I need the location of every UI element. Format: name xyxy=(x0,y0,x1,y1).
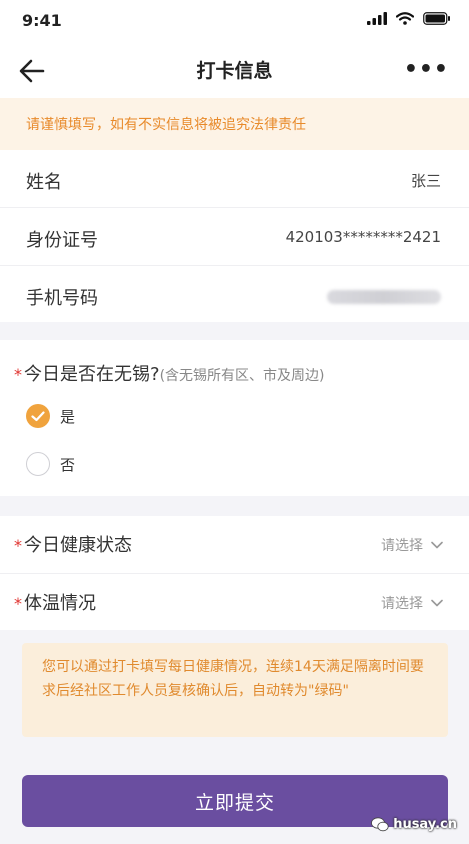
battery-icon xyxy=(423,12,450,25)
required-mark: * xyxy=(14,536,22,555)
temperature-select[interactable]: * 体温情况 请选择 xyxy=(0,574,469,631)
id-number-label: 身份证号 xyxy=(26,230,98,251)
warning-text: 请谨慎填写，如有不实信息将被追究法律责任 xyxy=(26,117,306,133)
health-select-card: * 今日健康状态 请选择 * 体温情况 请选择 xyxy=(0,516,469,630)
arrow-left-icon xyxy=(19,59,45,83)
question-note: (含无锡所有区、市及周边) xyxy=(159,368,325,384)
radio-no-label: 否 xyxy=(60,455,76,474)
temperature-value: 请选择 xyxy=(381,593,443,613)
status-bar: 9:41 xyxy=(0,0,469,42)
status-time: 9:41 xyxy=(22,11,62,30)
required-mark: * xyxy=(14,365,22,384)
radio-checked-icon[interactable] xyxy=(26,404,50,428)
check-icon xyxy=(31,410,45,421)
wifi-icon xyxy=(396,12,414,25)
health-status-value: 请选择 xyxy=(381,535,443,555)
wechat-icon xyxy=(371,817,389,832)
health-status-select[interactable]: * 今日健康状态 请选择 xyxy=(0,516,469,574)
page-title: 打卡信息 xyxy=(196,60,273,82)
radio-option-yes[interactable]: 是 xyxy=(26,404,75,428)
health-status-label: * 今日健康状态 xyxy=(14,531,132,557)
signal-icon xyxy=(367,12,387,25)
name-value: 张三 xyxy=(410,172,441,190)
chevron-down-icon xyxy=(431,599,443,607)
phone-label: 手机号码 xyxy=(26,288,98,309)
temperature-label-text: 体温情况 xyxy=(24,593,96,614)
name-label: 姓名 xyxy=(26,172,62,193)
watermark: husay.cn xyxy=(371,817,457,832)
id-number-value: 420103********2421 xyxy=(285,228,441,246)
back-button[interactable] xyxy=(18,58,46,84)
phone-row: 手机号码 xyxy=(0,266,469,323)
phone-value-blurred xyxy=(327,290,441,304)
health-status-placeholder: 请选择 xyxy=(381,538,423,554)
location-question-title: * 今日是否在无锡?(含无锡所有区、市及周边) xyxy=(14,360,325,386)
chevron-down-icon xyxy=(431,541,443,549)
name-row: 姓名 张三 xyxy=(0,150,469,208)
more-button[interactable]: ••• xyxy=(404,59,449,81)
green-code-notice: 您可以通过打卡填写每日健康情况，连续14天满足隔离时间要求后经社区工作人员复核确… xyxy=(22,643,448,737)
radio-option-no[interactable]: 否 xyxy=(26,452,75,476)
radio-yes-label: 是 xyxy=(60,407,76,426)
personal-info-card: 姓名 张三 身份证号 420103********2421 手机号码 xyxy=(0,150,469,322)
health-status-label-text: 今日健康状态 xyxy=(24,535,132,556)
question-text: 今日是否在无锡? xyxy=(24,364,160,385)
required-mark: * xyxy=(14,594,22,613)
notice-text: 您可以通过打卡填写每日健康情况，连续14天满足隔离时间要求后经社区工作人员复核确… xyxy=(42,659,424,699)
temperature-placeholder: 请选择 xyxy=(381,596,423,612)
warning-banner: 请谨慎填写，如有不实信息将被追究法律责任 xyxy=(0,98,469,150)
navbar: 打卡信息 ••• xyxy=(0,42,469,98)
temperature-label: * 体温情况 xyxy=(14,589,96,615)
radio-unchecked-icon[interactable] xyxy=(26,452,50,476)
location-question-card: * 今日是否在无锡?(含无锡所有区、市及周边) 是 否 xyxy=(0,340,469,496)
watermark-text: husay.cn xyxy=(393,817,457,832)
id-number-row: 身份证号 420103********2421 xyxy=(0,208,469,266)
status-icons xyxy=(367,12,451,25)
